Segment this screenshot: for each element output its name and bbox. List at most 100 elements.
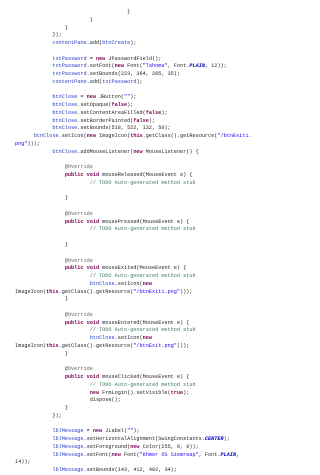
code-line: }: [15, 17, 315, 25]
code-token: this: [46, 342, 59, 349]
code-token: void: [86, 218, 100, 225]
code-token: Font(: [123, 63, 143, 70]
code-token: 14));: [15, 459, 31, 466]
code-token: lblMessage: [52, 451, 84, 458]
code-token: // TODO Auto-generated method stub: [89, 273, 196, 280]
code-line: // TODO Auto-generated method stub: [15, 226, 315, 234]
code-token: btnClose: [89, 335, 115, 342]
code-line: @Override: [15, 366, 315, 374]
code-token: new: [92, 428, 103, 435]
code-token: .setBounds(143, 412, 402, 34);: [83, 467, 177, 474]
code-line: contentPane.add(txtPassword);: [15, 79, 315, 87]
code-line: @Override: [15, 258, 315, 266]
code-line: // TODO Auto-generated method stub: [15, 180, 315, 188]
code-line: public void mouseExited(MouseEvent e) {: [15, 265, 315, 273]
code-token: contentPane: [52, 78, 87, 85]
code-token: "/btnExit1.png": [133, 288, 181, 295]
code-token: Font(: [120, 451, 140, 458]
code-line: });: [15, 32, 315, 40]
code-token: public: [64, 218, 84, 225]
code-token: new: [86, 94, 96, 101]
code-token: mousePressed(MouseEvent e) {: [99, 218, 190, 225]
code-token: new: [111, 451, 121, 458]
code-token: ImageIcon(: [15, 342, 47, 349]
code-token: @Override: [64, 366, 93, 373]
code-token: contentPane: [52, 40, 87, 47]
code-token: }: [64, 241, 68, 248]
code-token: )));: [27, 141, 40, 148]
code-token: mouseReleased(MouseEvent e) {: [99, 172, 193, 179]
code-token: );: [183, 389, 190, 396]
code-token: void: [86, 172, 100, 179]
code-token: this: [46, 288, 59, 295]
code-token: }: [89, 16, 93, 23]
code-line: lblMessage = new JLabel("");: [15, 428, 315, 436]
code-line: btnClose.setIcon(new: [15, 335, 315, 343]
code-token: public: [64, 265, 84, 272]
code-token: btnClose: [52, 109, 78, 116]
code-token: });: [52, 32, 62, 39]
code-token: new: [142, 335, 152, 342]
code-line: btnClose = new JButton("");: [15, 94, 315, 102]
code-token: .setContentAreaFilled(: [77, 109, 146, 116]
code-token: new: [133, 148, 143, 155]
code-token: .setBounds(518, 522, 132, 50);: [77, 125, 171, 132]
code-line: btnClose.setContentAreaFilled(false);: [15, 110, 315, 118]
code-token: );: [136, 78, 143, 85]
code-line: btnClose.setIcon(new ImageIcon(this.getC…: [15, 133, 315, 141]
code-line: contentPane.add(btnCreate);: [15, 40, 315, 48]
code-token: }: [64, 350, 68, 357]
code-token: .setBounds(223, 364, 285, 35);: [86, 71, 180, 78]
code-token: }: [127, 9, 131, 15]
code-token: , Font.: [198, 451, 221, 458]
code-token: true: [170, 389, 184, 396]
code-line: 14));: [15, 459, 315, 467]
code-token: , 12));: [204, 63, 227, 70]
code-line: }: [15, 195, 315, 203]
code-line: ImageIcon(this.getClass().getResource("/…: [15, 289, 315, 297]
code-line: }: [15, 405, 315, 413]
code-listing: } } } }); contentPane.add(btnCreate); tx…: [15, 9, 315, 475]
code-line: }: [15, 9, 315, 17]
code-token: }: [64, 24, 68, 31]
code-token: .setFont(: [86, 63, 115, 70]
code-token: =: [86, 55, 96, 62]
code-line: lblMessage.setFont(new Font("Khmer OS Si…: [15, 452, 315, 460]
code-token: // TODO Auto-generated method stub: [89, 327, 196, 334]
code-token: btnClose: [52, 102, 78, 109]
code-token: FrmLogin().setVisible(: [99, 389, 171, 396]
code-token: void: [86, 373, 100, 380]
code-token: txtPassword: [52, 63, 87, 70]
code-line: new FrmLogin().setVisible(true);: [15, 390, 315, 398]
code-token: false: [133, 117, 149, 124]
code-token: dispose();: [89, 397, 121, 404]
document-page: } } } }); contentPane.add(btnCreate); tx…: [0, 0, 320, 473]
code-token: )));: [176, 342, 190, 349]
code-line: btnClose.setBounds(518, 522, 132, 50);: [15, 125, 315, 133]
code-token: .getClass().getResource(: [58, 288, 134, 295]
code-token: =: [77, 94, 87, 101]
code-token: PLAIN: [189, 63, 205, 70]
code-token: new: [130, 443, 140, 450]
code-token: );: [133, 428, 140, 435]
code-line: btnClose.setBorderPainted(false);: [15, 118, 315, 126]
code-token: btnClose: [52, 148, 78, 155]
code-token: void: [86, 265, 100, 272]
code-token: new: [114, 63, 124, 70]
